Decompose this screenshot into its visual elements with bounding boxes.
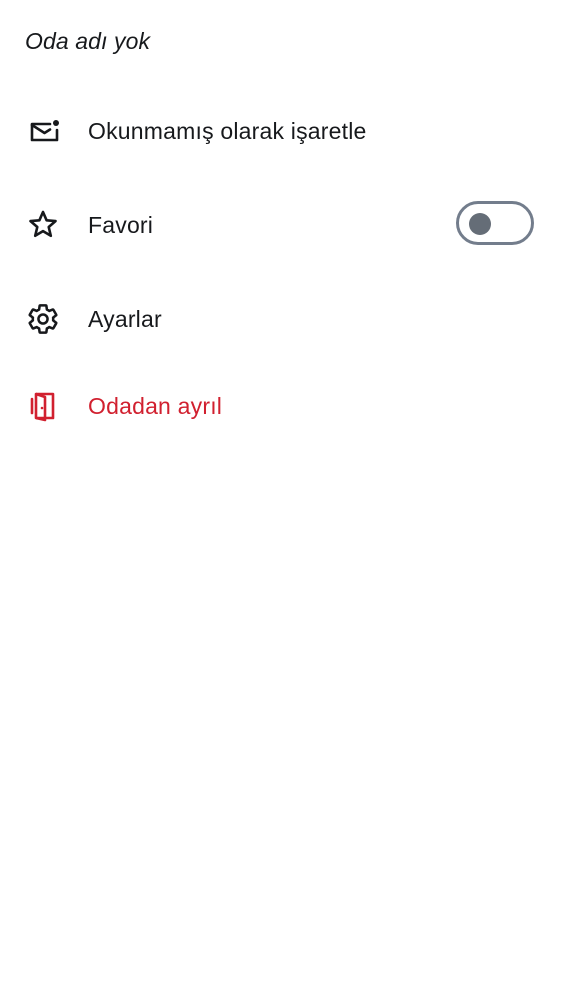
favourite-label: Favori: [88, 211, 154, 238]
star-icon: [26, 208, 60, 242]
favourite-menu-item[interactable]: Favori: [0, 193, 562, 257]
leave-room-label: Odadan ayrıl: [88, 392, 223, 419]
settings-menu-item[interactable]: Ayarlar: [0, 287, 562, 351]
toggle-knob: [469, 213, 491, 235]
mark-unread-label: Okunmamış olarak işaretle: [88, 117, 367, 144]
leave-door-icon: [26, 389, 60, 423]
mail-unread-icon: [26, 114, 60, 148]
room-options-sheet: Oda adı yok Okunmamış olarak işaretle Fa…: [0, 0, 562, 1000]
room-title: Oda adı yok: [25, 28, 151, 54]
gear-icon: [26, 302, 60, 336]
mark-unread-menu-item[interactable]: Okunmamış olarak işaretle: [0, 99, 562, 163]
leave-room-menu-item[interactable]: Odadan ayrıl: [0, 374, 562, 438]
favourite-toggle[interactable]: [456, 201, 534, 245]
settings-label: Ayarlar: [88, 305, 162, 332]
